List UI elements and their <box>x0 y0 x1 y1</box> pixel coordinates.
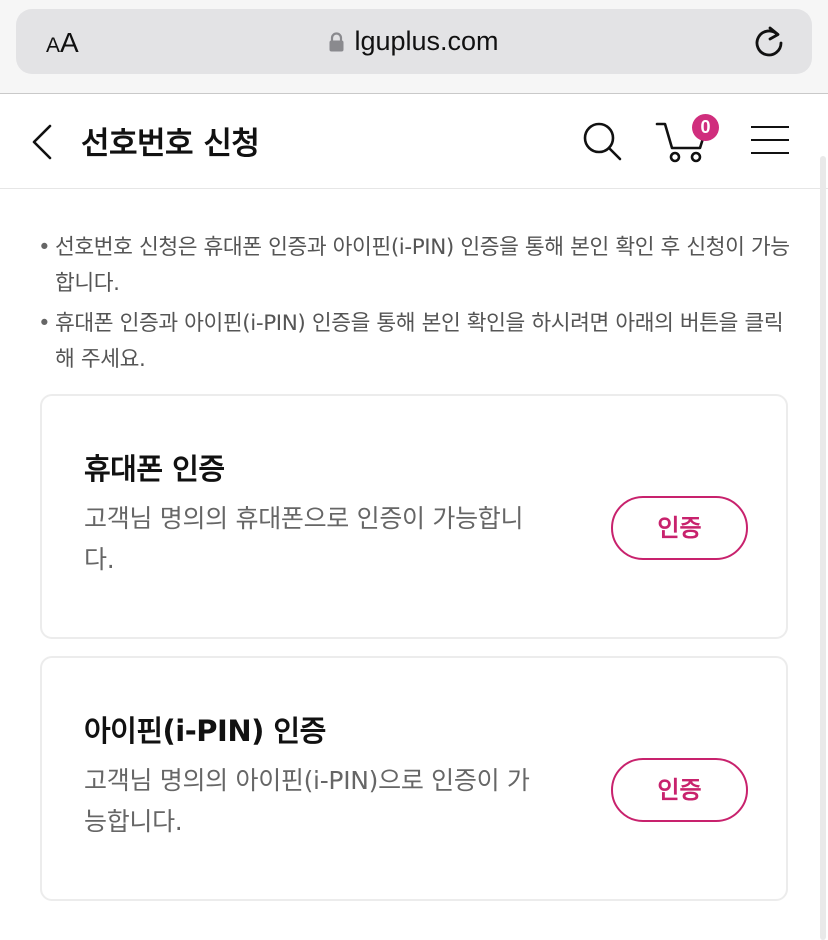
notice-item: 휴대폰 인증과 아이핀(i-PIN) 인증을 통해 본인 확인을 하시려면 아래… <box>38 306 798 378</box>
cart-count-badge: 0 <box>692 114 719 141</box>
search-icon[interactable] <box>582 121 622 161</box>
url-display[interactable]: lguplus.com <box>16 26 812 57</box>
hamburger-menu-icon[interactable] <box>751 126 789 156</box>
scrollbar[interactable] <box>818 156 828 940</box>
chevron-left-icon[interactable] <box>26 122 60 162</box>
card-description: 고객님 명의의 휴대폰으로 인증이 가능합니다. <box>84 504 524 574</box>
ipin-auth-button[interactable]: 인증 <box>611 758 748 822</box>
card-title: 휴대폰 인증 <box>84 452 225 486</box>
page-title: 선호번호 신청 <box>81 126 260 162</box>
scrollbar-thumb[interactable] <box>820 156 826 940</box>
notice-item: 선호번호 신청은 휴대폰 인증과 아이핀(i-PIN) 인증을 통해 본인 확인… <box>38 230 798 302</box>
card-title: 아이핀(i-PIN) 인증 <box>84 714 326 748</box>
lock-icon <box>329 32 344 52</box>
url-text: lguplus.com <box>354 26 499 56</box>
phone-auth-button[interactable]: 인증 <box>611 496 748 560</box>
phone-auth-card: 휴대폰 인증 고객님 명의의 휴대폰으로 인증이 가능합니다. 인증 <box>40 394 788 639</box>
notice-list: 선호번호 신청은 휴대폰 인증과 아이핀(i-PIN) 인증을 통해 본인 확인… <box>38 230 798 382</box>
browser-bar: AA lguplus.com <box>0 0 828 94</box>
reload-icon[interactable] <box>752 24 786 60</box>
card-description: 고객님 명의의 아이핀(i-PIN)으로 인증이 가능합니다. <box>84 766 530 836</box>
address-bar[interactable]: AA lguplus.com <box>16 9 812 74</box>
page-header: 선호번호 신청 0 <box>0 94 828 189</box>
ipin-auth-card: 아이핀(i-PIN) 인증 고객님 명의의 아이핀(i-PIN)으로 인증이 가… <box>40 656 788 901</box>
